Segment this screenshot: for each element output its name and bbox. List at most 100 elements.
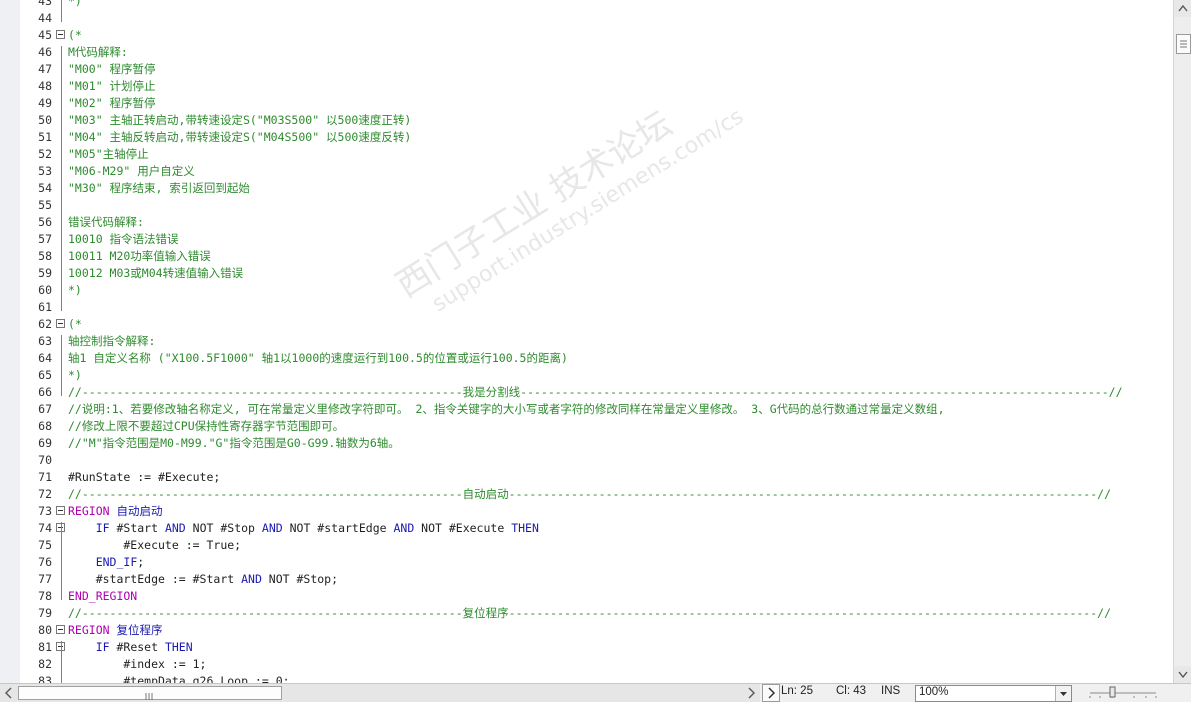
vertical-scroll-thumb[interactable] — [1176, 34, 1191, 54]
code-line[interactable]: 52 "M05"主轴停止 — [0, 146, 1173, 163]
arrow-down-icon — [1178, 671, 1188, 679]
code-text: *) — [68, 0, 82, 10]
code-line[interactable]: 69 //"M"指令范围是M0-M99."G"指令范围是G0-G99.轴数为6轴。 — [0, 435, 1173, 452]
code-token: *) — [68, 283, 82, 297]
code-line[interactable]: 71 #RunState := #Execute; — [0, 469, 1173, 486]
code-text: 10010 指令语法错误 — [68, 231, 179, 248]
code-token: "M03" 主轴正转启动,带转速设定S("M03S500" 以500速度正转) — [68, 113, 412, 127]
collapse-icon[interactable] — [56, 30, 65, 39]
code-token: //--------------------------------------… — [68, 385, 1123, 399]
code-line[interactable]: 47 "M00" 程序暂停 — [0, 61, 1173, 78]
fold-guide — [61, 522, 62, 600]
code-line[interactable]: 58 10011 M20功率值输入错误 — [0, 248, 1173, 265]
line-number: 55 — [38, 198, 52, 212]
zoom-dropdown-button[interactable] — [1055, 686, 1071, 701]
code-line[interactable]: 60 *) — [0, 282, 1173, 299]
code-line[interactable]: 53 "M06-M29" 用户自定义 — [0, 163, 1173, 180]
code-line[interactable]: 75 #Execute := True; — [0, 537, 1173, 554]
zoom-slider-track — [1089, 686, 1157, 698]
code-token: "M30" 程序结束, 索引返回到起始 — [68, 181, 250, 195]
collapse-icon[interactable] — [56, 506, 65, 515]
code-line[interactable]: 79 //------------------------------------… — [0, 605, 1173, 622]
scroll-right-button[interactable] — [743, 684, 760, 701]
code-line[interactable]: 51 "M04" 主轴反转启动,带转速设定S("M04S500" 以500速度反转… — [0, 129, 1173, 146]
line-number: 63 — [38, 334, 52, 348]
code-line[interactable]: 55 — [0, 197, 1173, 214]
line-number: 79 — [38, 606, 52, 620]
code-line[interactable]: 74 IF #Start AND NOT #Stop AND NOT #star… — [0, 520, 1173, 537]
code-line[interactable]: 44 — [0, 10, 1173, 27]
code-line[interactable]: 46 M代码解释: — [0, 44, 1173, 61]
code-line[interactable]: 76 END_IF; — [0, 554, 1173, 571]
arrow-left-icon — [5, 687, 12, 699]
code-line[interactable]: 72 //------------------------------------… — [0, 486, 1173, 503]
scroll-up-button[interactable] — [1174, 0, 1191, 17]
code-text: (* — [68, 316, 82, 333]
code-line[interactable]: 61 — [0, 299, 1173, 316]
line-number: 77 — [38, 572, 52, 586]
line-number: 45 — [38, 28, 52, 42]
line-number: 52 — [38, 147, 52, 161]
collapse-icon[interactable] — [56, 625, 65, 634]
code-token: NOT #Stop; — [261, 572, 339, 586]
code-line[interactable]: 50 "M03" 主轴正转启动,带转速设定S("M03S500" 以500速度正转… — [0, 112, 1173, 129]
code-line[interactable]: 67 //说明:1、若要修改轴名称定义, 可在常量定义里修改字符即可。 2、指令关… — [0, 401, 1173, 418]
code-editor[interactable]: 43 *) 44 45 (* 46 M代码解释: 47 "M00" 程序暂停 48 "M01" 计划… — [0, 0, 1173, 683]
code-line[interactable]: 59 10012 M03或M04转速值输入错误 — [0, 265, 1173, 282]
code-line[interactable]: 80 REGION 复位程序 — [0, 622, 1173, 639]
zoom-select[interactable]: 100% — [915, 685, 1072, 702]
code-token: 复位程序 — [116, 623, 163, 637]
code-line[interactable]: 63 轴控制指令解释: — [0, 333, 1173, 350]
line-number: 78 — [38, 589, 52, 603]
code-line[interactable]: 45 (* — [0, 27, 1173, 44]
code-line[interactable]: 43 *) — [0, 0, 1173, 10]
code-token: //修改上限不要超过CPU保持性寄存器字节范围即可。 — [68, 419, 345, 433]
code-line[interactable]: 65 *) — [0, 367, 1173, 384]
code-token: "M06-M29" 用户自定义 — [68, 164, 195, 178]
line-number: 80 — [38, 623, 52, 637]
code-line[interactable]: 57 10010 指令语法错误 — [0, 231, 1173, 248]
code-line[interactable]: 83 #tempData.g26_Loop := 0; — [0, 673, 1173, 683]
code-token: //说明:1、若要修改轴名称定义, 可在常量定义里修改字符即可。 2、指令关键字… — [68, 402, 945, 416]
line-number: 49 — [38, 96, 52, 110]
code-line[interactable]: 77 #startEdge := #Start AND NOT #Stop; — [0, 571, 1173, 588]
code-line[interactable]: 73 REGION 自动启动 — [0, 503, 1173, 520]
horizontal-scrollbar[interactable] — [0, 683, 760, 702]
fold-guide — [61, 46, 62, 311]
line-number: 81 — [38, 640, 52, 654]
zoom-slider[interactable] — [1088, 684, 1158, 701]
horizontal-scroll-thumb[interactable] — [18, 686, 282, 700]
code-token: "M01" 计划停止 — [68, 79, 156, 93]
arrow-right-icon — [748, 687, 755, 699]
code-line[interactable]: 62 (* — [0, 316, 1173, 333]
code-line[interactable]: 64 轴1 自定义名称 ("X100.5F1000" 轴1以1000的速度运行到1… — [0, 350, 1173, 367]
code-token: 自动启动 — [116, 504, 163, 518]
vertical-scrollbar[interactable] — [1173, 0, 1191, 683]
status-bar: Ln: 25 Cl: 43 INS 100% — [760, 683, 1191, 702]
code-token: END_REGION — [68, 589, 138, 603]
code-token: "M00" 程序暂停 — [68, 62, 156, 76]
expand-button[interactable] — [762, 684, 780, 702]
code-line[interactable]: 48 "M01" 计划停止 — [0, 78, 1173, 95]
code-text: END_IF; — [68, 554, 144, 571]
code-line[interactable]: 66 //------------------------------------… — [0, 384, 1173, 401]
code-token: REGION — [68, 504, 110, 518]
code-line[interactable]: 54 "M30" 程序结束, 索引返回到起始 — [0, 180, 1173, 197]
code-line[interactable]: 68 //修改上限不要超过CPU保持性寄存器字节范围即可。 — [0, 418, 1173, 435]
code-line[interactable]: 78 END_REGION — [0, 588, 1173, 605]
code-line[interactable]: 49 "M02" 程序暂停 — [0, 95, 1173, 112]
code-text: #tempData.g26_Loop := 0; — [68, 673, 289, 683]
code-line[interactable]: 81 IF #Reset THEN — [0, 639, 1173, 656]
code-text: "M05"主轴停止 — [68, 146, 149, 163]
scroll-down-button[interactable] — [1174, 666, 1191, 683]
code-token: #Execute := True; — [68, 538, 242, 552]
collapse-icon[interactable] — [56, 319, 65, 328]
scroll-left-button[interactable] — [0, 684, 17, 701]
code-line[interactable]: 70 — [0, 452, 1173, 469]
line-number: 68 — [38, 419, 52, 433]
code-line[interactable]: 82 #index := 1; — [0, 656, 1173, 673]
grip-icon — [1180, 40, 1187, 48]
code-token: //--------------------------------------… — [68, 487, 1111, 501]
fold-guide — [61, 0, 62, 22]
code-line[interactable]: 56 错误代码解释: — [0, 214, 1173, 231]
